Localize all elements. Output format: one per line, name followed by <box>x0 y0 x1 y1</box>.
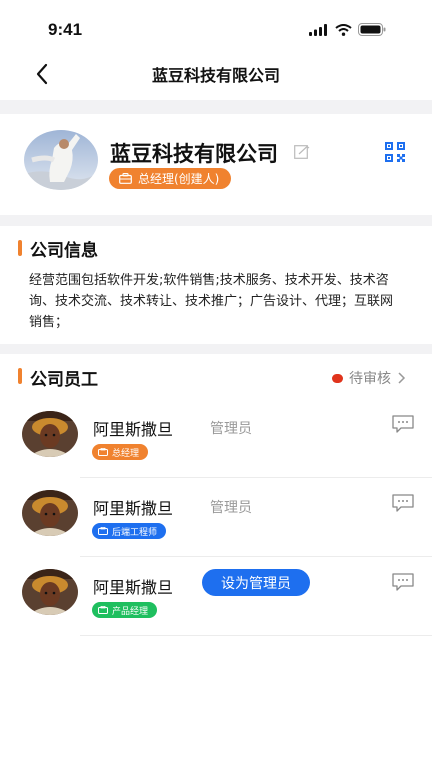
avatar[interactable] <box>22 569 78 615</box>
staff-row[interactable]: 阿里斯撒旦 管理员 总经理 <box>0 399 432 478</box>
nav-bar: 蓝豆科技有限公司 <box>0 48 432 100</box>
pending-review-link[interactable]: 待审核 <box>332 368 406 388</box>
row-divider <box>80 635 432 636</box>
message-icon[interactable] <box>392 573 414 591</box>
staff-name: 阿里斯撒旦 <box>93 499 174 518</box>
company-name: 蓝豆科技有限公司 <box>110 142 278 166</box>
staff-row[interactable]: 阿里斯撒旦 管理员 后端工程师 <box>0 478 432 557</box>
staff-name: 阿里斯撒旦 <box>93 578 174 597</box>
briefcase-icon <box>98 527 108 535</box>
chevron-right-icon <box>398 372 406 384</box>
briefcase-icon <box>119 173 132 184</box>
section-title-info: 公司信息 <box>30 241 98 261</box>
staff-position-tag: 产品经理 <box>92 602 158 618</box>
message-icon[interactable] <box>392 415 414 433</box>
staff-row[interactable]: 阿里斯撒旦 设为管理员 产品经理 <box>0 557 432 636</box>
staff-role-label: 管理员 <box>210 500 252 516</box>
section-accent-bar <box>18 240 22 256</box>
pending-dot-icon <box>332 373 343 383</box>
company-card: 蓝豆科技有限公司 总经理(创建人) <box>0 114 432 215</box>
qr-code-icon[interactable] <box>385 142 405 162</box>
staff-role-label: 管理员 <box>210 421 252 437</box>
message-icon[interactable] <box>392 494 414 512</box>
company-info-card: 公司信息 经营范围包括软件开发;软件销售;技术服务、技术开发、技术咨询、技术交流… <box>0 226 432 344</box>
edit-icon[interactable] <box>294 145 310 159</box>
wifi-icon <box>335 23 352 36</box>
pending-label: 待审核 <box>349 371 391 387</box>
section-title-staff: 公司员工 <box>30 370 98 390</box>
briefcase-icon <box>98 606 108 614</box>
battery-icon <box>358 23 386 36</box>
role-badge: 总经理(创建人) <box>109 168 232 189</box>
status-time: 9:41 <box>48 20 83 39</box>
status-icons <box>309 23 386 36</box>
staff-position-label: 总经理 <box>112 448 140 459</box>
briefcase-icon <box>98 448 108 456</box>
status-bar: 9:41 <box>0 0 432 48</box>
set-admin-button[interactable]: 设为管理员 <box>202 569 310 596</box>
staff-position-label: 产品经理 <box>112 606 149 617</box>
company-avatar[interactable] <box>24 130 98 190</box>
signal-icon <box>309 23 327 36</box>
staff-position-tag: 后端工程师 <box>92 523 167 539</box>
staff-position-label: 后端工程师 <box>112 527 158 538</box>
section-accent-bar <box>18 368 22 384</box>
avatar[interactable] <box>22 411 78 457</box>
avatar[interactable] <box>22 490 78 536</box>
staff-position-tag: 总经理 <box>92 444 149 460</box>
business-scope-text: 经营范围包括软件开发;软件销售;技术服务、技术开发、技术咨询、技术交流、技术转让… <box>29 273 394 330</box>
role-badge-label: 总经理(创建人) <box>138 172 220 186</box>
company-staff-card: 公司员工 待审核 阿里斯撒旦 管理员 总经理 阿里斯撒旦 管理员 后端工程师 阿… <box>0 354 432 768</box>
staff-name: 阿里斯撒旦 <box>93 420 174 439</box>
page-title: 蓝豆科技有限公司 <box>151 66 280 85</box>
